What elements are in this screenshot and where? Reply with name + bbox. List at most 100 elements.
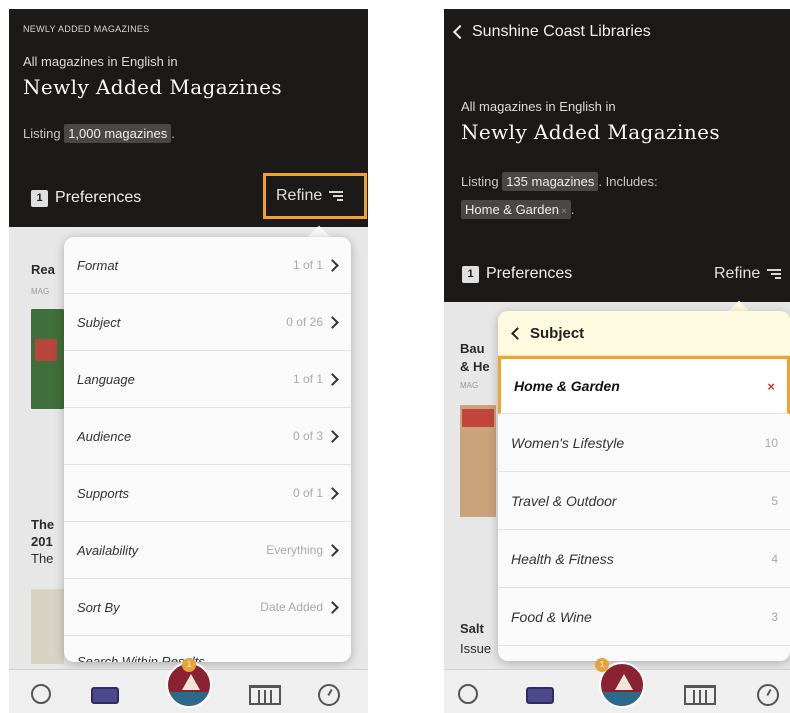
preferences-button[interactable]: 1 Preferences bbox=[462, 265, 572, 283]
preferences-button[interactable]: 1 Preferences bbox=[31, 189, 141, 207]
subject-count: 10 bbox=[764, 435, 778, 450]
left-screen: NEWLY ADDED MAGAZINES All magazines in E… bbox=[9, 9, 368, 713]
menu-item-label: Subject bbox=[77, 314, 121, 330]
subject-menu: Subject Home & Garden × Women's Lifestyl… bbox=[498, 311, 790, 661]
shelf-icon[interactable] bbox=[249, 685, 281, 705]
notification-badge: 1 bbox=[182, 658, 196, 672]
library-card-icon[interactable] bbox=[526, 687, 554, 704]
menu-item-sort-by[interactable]: Sort By Date Added bbox=[64, 579, 351, 636]
library-card-icon[interactable] bbox=[91, 687, 119, 704]
bg-item-title: Bau bbox=[460, 341, 485, 356]
subject-item-health-fitness[interactable]: Health & Fitness 4 bbox=[498, 530, 790, 588]
listing-count-chip: 135 magazines bbox=[502, 172, 599, 191]
menu-item-value: 1 of 1 bbox=[292, 372, 323, 386]
menu-item-value: Everything bbox=[266, 543, 323, 557]
header: NEWLY ADDED MAGAZINES All magazines in E… bbox=[9, 9, 368, 227]
listing-suffix: . bbox=[171, 126, 175, 141]
refine-button[interactable]: Refine bbox=[263, 173, 367, 219]
menu-item-label: Search Within Results... bbox=[77, 653, 216, 663]
subject-count: 5 bbox=[771, 493, 778, 508]
menu-item-label: Audience bbox=[77, 428, 132, 444]
bg-item-subtitle: The bbox=[31, 551, 54, 566]
menu-item-availability[interactable]: Availability Everything bbox=[64, 522, 351, 579]
bg-item-title: Salt bbox=[460, 621, 484, 636]
menu-item-value: 0 of 26 bbox=[286, 315, 323, 329]
chevron-right-icon bbox=[326, 429, 339, 443]
listing-line: Listing 135 magazines. Includes: bbox=[461, 172, 658, 191]
subject-count: 4 bbox=[771, 551, 778, 566]
menu-item-label: Language bbox=[77, 371, 135, 387]
subject-item-home-garden[interactable]: Home & Garden × bbox=[498, 356, 790, 414]
clock-icon[interactable] bbox=[318, 684, 340, 706]
chevron-left-icon bbox=[452, 24, 468, 40]
header: Sunshine Coast Libraries All magazines i… bbox=[444, 9, 790, 302]
subject-label: Women's Lifestyle bbox=[511, 434, 625, 451]
menu-item-value: 0 of 3 bbox=[292, 429, 323, 443]
menu-item-subject[interactable]: Subject 0 of 26 bbox=[64, 294, 351, 351]
right-screen: Sunshine Coast Libraries All magazines i… bbox=[444, 9, 790, 713]
filter-suffix: . bbox=[570, 202, 575, 217]
bg-item-title: Rea bbox=[31, 262, 55, 277]
subject-item-food-wine[interactable]: Food & Wine 3 bbox=[498, 588, 790, 646]
section-caption: NEWLY ADDED MAGAZINES bbox=[23, 24, 150, 34]
menu-item-format[interactable]: Format 1 of 1 bbox=[64, 237, 351, 294]
search-icon[interactable] bbox=[458, 684, 478, 704]
refine-label: Refine bbox=[276, 187, 323, 204]
clock-icon[interactable] bbox=[757, 684, 779, 706]
bg-item-type: MAG bbox=[460, 381, 479, 390]
subject-label: Health & Fitness bbox=[511, 550, 614, 567]
subject-label: Food & Wine bbox=[511, 608, 592, 625]
bg-item-type: MAG bbox=[31, 287, 50, 296]
listing-prefix: Listing bbox=[23, 126, 61, 141]
cover-flag-graphic bbox=[35, 339, 57, 361]
subject-label: Home & Garden bbox=[514, 378, 620, 394]
filter-chip-label: Home & Garden bbox=[465, 202, 559, 217]
bg-item-title: The bbox=[31, 517, 55, 532]
preferences-count-badge: 1 bbox=[462, 265, 479, 283]
magazine-cover-thumb[interactable] bbox=[31, 589, 64, 664]
preferences-label: Preferences bbox=[55, 189, 142, 206]
menu-item-search-within[interactable]: Search Within Results... bbox=[64, 636, 351, 663]
shelf-icon[interactable] bbox=[684, 685, 716, 705]
cover-header-graphic bbox=[462, 409, 494, 427]
subject-item-womens-lifestyle[interactable]: Women's Lifestyle 10 bbox=[498, 414, 790, 472]
menu-item-audience[interactable]: Audience 0 of 3 bbox=[64, 408, 351, 465]
filter-icon bbox=[329, 190, 344, 202]
back-label: Sunshine Coast Libraries bbox=[472, 23, 651, 40]
bg-item-title: 201 bbox=[31, 534, 53, 549]
menu-item-value: 1 of 1 bbox=[292, 258, 323, 272]
subject-count: 3 bbox=[771, 609, 778, 624]
menu-item-language[interactable]: Language 1 of 1 bbox=[64, 351, 351, 408]
menu-item-label: Sort By bbox=[77, 599, 120, 615]
refine-menu: Format 1 of 1 Subject 0 of 26 Language 1… bbox=[64, 237, 351, 662]
subtitle: All magazines in English in bbox=[461, 99, 616, 114]
chevron-right-icon bbox=[326, 600, 339, 614]
popover-back-header[interactable]: Subject bbox=[498, 311, 790, 356]
remove-filter-icon[interactable]: × bbox=[561, 206, 567, 217]
listing-count-chip: 1,000 magazines bbox=[64, 124, 172, 143]
preferences-label: Preferences bbox=[486, 265, 573, 282]
chevron-right-icon bbox=[326, 315, 339, 329]
subject-label: Travel & Outdoor bbox=[511, 492, 617, 509]
chevron-right-icon bbox=[326, 372, 339, 386]
filter-chip[interactable]: Home & Garden × bbox=[461, 200, 571, 219]
menu-item-supports[interactable]: Supports 0 of 1 bbox=[64, 465, 351, 522]
menu-item-value: 0 of 1 bbox=[292, 486, 323, 500]
remove-filter-icon[interactable]: × bbox=[767, 379, 775, 394]
preferences-count-badge: 1 bbox=[31, 189, 48, 207]
tab-bar: 1 bbox=[9, 658, 368, 713]
active-filters: Home & Garden ×. bbox=[461, 200, 574, 219]
notification-badge: 1 bbox=[595, 658, 609, 672]
bg-item-title: & He bbox=[460, 359, 490, 374]
filter-icon bbox=[767, 268, 782, 280]
refine-button[interactable]: Refine bbox=[714, 265, 782, 283]
search-icon[interactable] bbox=[31, 684, 51, 704]
subject-item-travel-outdoor[interactable]: Travel & Outdoor 5 bbox=[498, 472, 790, 530]
popover-header-label: Subject bbox=[530, 324, 585, 342]
listing-line: Listing 1,000 magazines. bbox=[23, 124, 175, 143]
menu-item-value: Date Added bbox=[260, 600, 323, 614]
back-button[interactable]: Sunshine Coast Libraries bbox=[452, 23, 651, 41]
page-title: Newly Added Magazines bbox=[461, 120, 720, 144]
menu-item-label: Availability bbox=[77, 542, 139, 558]
subtitle: All magazines in English in bbox=[23, 54, 178, 69]
